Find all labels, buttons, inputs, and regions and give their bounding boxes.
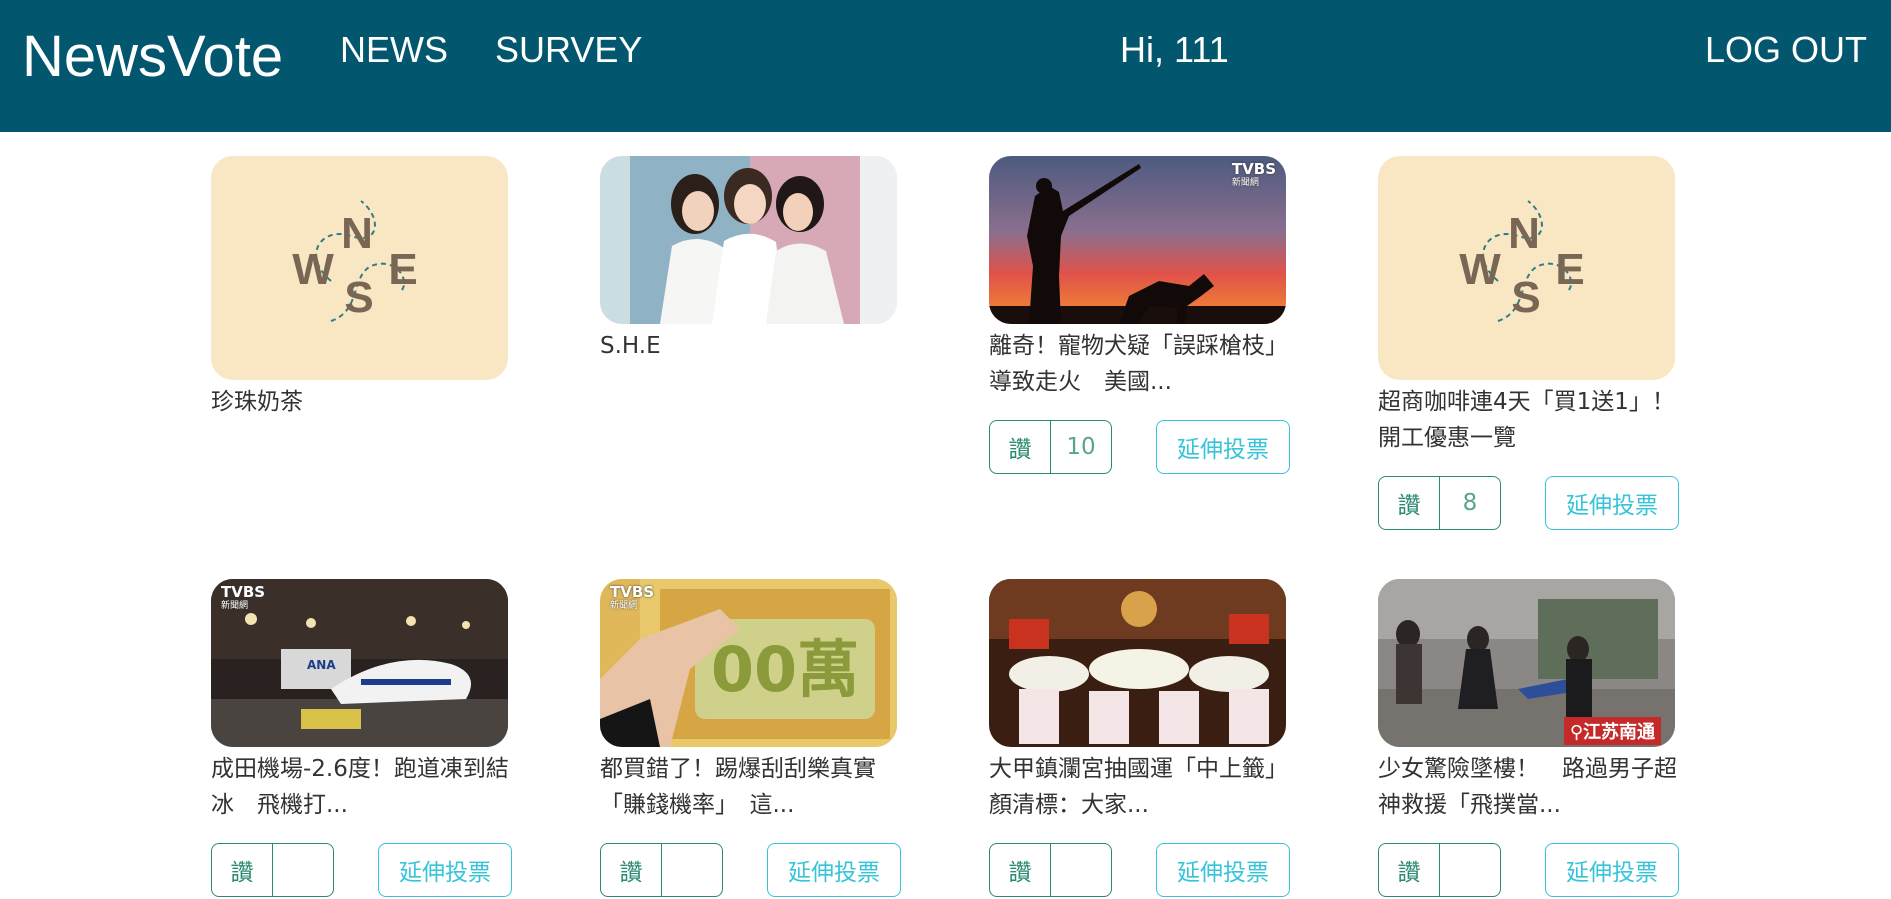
news-card[interactable]: ANA TVBS 新聞網 成田機場-2.6度！跑道凍到結冰 飛機打... 讚 延伸… [211,579,512,899]
like-count [1051,844,1111,896]
vote-actions: 讚 8 延伸投票 [1378,476,1679,532]
news-title[interactable]: 離奇！寵物犬疑「誤踩槍枝」導致走火 美國... [989,328,1289,400]
like-button[interactable]: 讚 [1379,844,1440,896]
tvbs-watermark: TVBS 新聞網 [610,583,655,612]
extend-vote-button[interactable]: 延伸投票 [1545,843,1679,897]
news-title[interactable]: 少女驚險墜樓！ 路過男子超神救援「飛撲當... [1378,751,1678,823]
news-title[interactable]: S.H.E [600,328,900,364]
like-button[interactable]: 讚 [990,421,1051,473]
news-thumbnail[interactable]: N W E S [1378,156,1675,380]
like-button-group[interactable]: 讚 [1378,843,1501,897]
map-pin-icon: ⚲ [1569,722,1583,743]
brand-logo[interactable]: NewsVote [22,22,283,92]
compass-placeholder-icon: N W E S [211,156,508,380]
vote-actions: 讚 延伸投票 [1378,843,1679,899]
like-count [273,844,333,896]
vote-actions: 讚 延伸投票 [989,843,1290,899]
svg-text:E: E [388,245,417,294]
like-button[interactable]: 讚 [212,844,273,896]
news-thumbnail[interactable] [989,579,1286,747]
extend-vote-button[interactable]: 延伸投票 [767,843,901,897]
news-title[interactable]: 都買錯了！踢爆刮刮樂真實「賺錢機率」 這... [600,751,900,823]
svg-text:N: N [1508,209,1540,258]
vote-actions: 讚 延伸投票 [600,843,901,899]
svg-text:ANA: ANA [307,658,336,672]
like-button-group[interactable]: 讚 [211,843,334,897]
vote-actions: 讚 延伸投票 [211,843,512,899]
extend-vote-button[interactable]: 延伸投票 [1156,420,1290,474]
tvbs-watermark: TVBS 新聞網 [221,583,266,612]
news-title[interactable]: 珍珠奶茶 [211,384,511,420]
like-button-group[interactable]: 讚 [600,843,723,897]
top-navbar: NewsVote NEWS SURVEY Hi, 111 LOG OUT [0,0,1891,132]
svg-text:W: W [1459,245,1501,294]
news-card[interactable]: 00萬 TVBS 新聞網 都買錯了！踢爆刮刮樂真實「賺錢機率」 這... 讚 延伸… [600,579,901,899]
ticket-prize-text: 00萬 [711,633,859,706]
news-thumbnail[interactable]: ANA TVBS 新聞網 [211,579,508,747]
extend-vote-button[interactable]: 延伸投票 [378,843,512,897]
news-thumbnail[interactable]: ⚲江苏南通 [1378,579,1675,747]
news-title[interactable]: 大甲鎮瀾宮抽國運「中上籤」 顏清標：大家... [989,751,1300,823]
news-title[interactable]: 超商咖啡連4天「買1送1」！開工優惠一覽 [1378,384,1678,456]
news-card[interactable]: 大甲鎮瀾宮抽國運「中上籤」 顏清標：大家... 讚 延伸投票 [989,579,1300,899]
compass-placeholder-icon: N W E S [1378,156,1675,380]
like-button[interactable]: 讚 [601,844,662,896]
like-count [1440,844,1500,896]
extend-vote-button[interactable]: 延伸投票 [1545,476,1679,530]
like-button-group[interactable]: 讚 10 [989,420,1112,474]
like-button-group[interactable]: 讚 [989,843,1112,897]
extend-vote-button[interactable]: 延伸投票 [1156,843,1290,897]
user-greeting: Hi, 111 [1120,29,1229,70]
like-count: 8 [1462,490,1478,516]
news-thumbnail[interactable]: 00萬 TVBS 新聞網 [600,579,897,747]
like-count [662,844,722,896]
nav-news[interactable]: NEWS [340,26,448,74]
news-card[interactable]: N W E S 珍珠奶茶 [211,156,511,420]
tvbs-watermark: TVBS 新聞網 [1231,160,1276,189]
logout-link[interactable]: LOG OUT [1705,26,1867,74]
svg-text:E: E [1555,245,1584,294]
svg-text:S: S [1511,273,1540,322]
news-thumbnail[interactable]: TVBS 新聞網 [989,156,1286,324]
temple-altar-image [989,579,1286,747]
svg-text:N: N [341,209,373,258]
news-title[interactable]: 成田機場-2.6度！跑道凍到結冰 飛機打... [211,751,511,823]
news-card[interactable]: S.H.E [600,156,900,364]
news-card[interactable]: ⚲江苏南通 少女驚險墜樓！ 路過男子超神救援「飛撲當... 讚 延伸投票 [1378,579,1679,899]
like-button-group[interactable]: 讚 8 [1378,476,1501,530]
svg-text:S: S [344,273,373,322]
svg-text:W: W [292,245,334,294]
like-count: 10 [1066,434,1096,460]
news-thumbnail[interactable] [600,156,897,324]
news-card[interactable]: N W E S 超商咖啡連4天「買1送1」！開工優惠一覽 讚 8 延伸投票 [1378,156,1679,532]
vote-actions: 讚 10 延伸投票 [989,420,1290,476]
like-button[interactable]: 讚 [1379,477,1440,529]
news-thumbnail[interactable]: N W E S [211,156,508,380]
like-button[interactable]: 讚 [990,844,1051,896]
group-photo-image [600,156,897,324]
news-card[interactable]: TVBS 新聞網 離奇！寵物犬疑「誤踩槍枝」導致走火 美國... 讚 10 延伸投… [989,156,1290,476]
nav-survey[interactable]: SURVEY [495,26,642,74]
location-tag: ⚲江苏南通 [1563,717,1661,745]
